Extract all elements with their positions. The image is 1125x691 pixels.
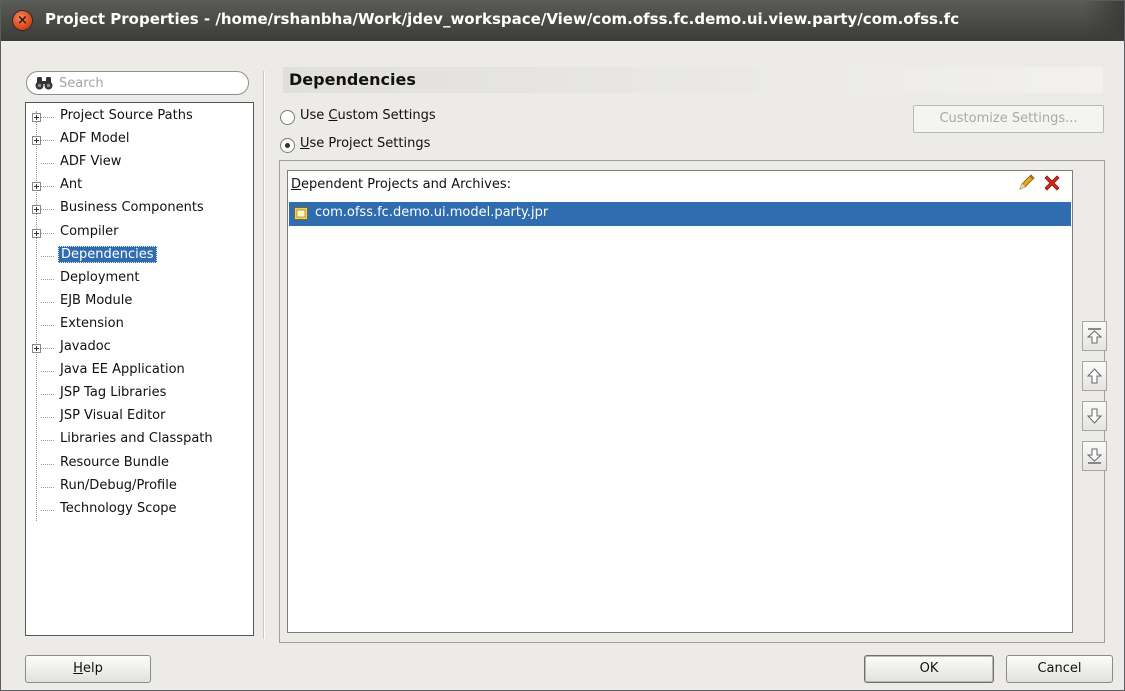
title-fade: [1084, 1, 1124, 41]
tree-item-label: ADF Model: [60, 131, 130, 147]
window-title: Project Properties - /home/rshanbha/Work…: [45, 10, 960, 28]
move-up-icon: [1086, 368, 1103, 384]
move-up-button[interactable]: [1082, 361, 1107, 391]
tree-connector: [41, 301, 54, 303]
close-button[interactable]: ×: [13, 11, 32, 30]
tree-connector: [41, 463, 54, 465]
tree-item-label: Business Components: [60, 200, 204, 216]
search-box[interactable]: [26, 71, 249, 95]
edit-pencil-icon[interactable]: [1016, 173, 1036, 193]
tree-connector: [41, 509, 54, 511]
tree-item-label: JSP Tag Libraries: [60, 385, 167, 401]
tree-connector: [41, 209, 54, 211]
tree-connector: [41, 186, 54, 188]
delete-x-icon[interactable]: [1042, 173, 1062, 193]
move-top-icon: [1086, 328, 1103, 344]
tree-item-label: Technology Scope: [60, 500, 177, 516]
tree-item-java-ee-application[interactable]: Java EE Application: [26, 360, 253, 383]
radio-project-indicator[interactable]: [280, 138, 295, 153]
tree-item-technology-scope[interactable]: Technology Scope: [26, 499, 253, 522]
dependents-header: Dependent Projects and Archives:: [291, 177, 511, 192]
tree-item-label: Resource Bundle: [60, 454, 170, 470]
expand-icon[interactable]: [32, 136, 41, 146]
radio-custom-indicator[interactable]: [280, 110, 295, 125]
tree-item-ant[interactable]: Ant: [26, 175, 253, 198]
tree-connector: [41, 232, 54, 234]
tree-item-label: Libraries and Classpath: [60, 431, 213, 447]
move-to-bottom-button[interactable]: [1082, 441, 1107, 471]
tree-item-label: Run/Debug/Profile: [60, 477, 177, 493]
dependent-list-item[interactable]: com.ofss.fc.demo.ui.model.party.jpr: [289, 202, 1071, 226]
tree-connector: [41, 324, 54, 326]
tree-connector: [41, 417, 54, 419]
tree-item-resource-bundle[interactable]: Resource Bundle: [26, 453, 253, 476]
tree-item-label: Java EE Application: [60, 362, 185, 378]
category-tree[interactable]: Project Source Paths ADF Model ADF View Ant…: [25, 102, 254, 636]
close-icon: ×: [17, 13, 28, 28]
radio-project-label[interactable]: Use Project Settings: [300, 136, 430, 151]
cancel-button[interactable]: Cancel: [1006, 655, 1113, 683]
tree-item-label: Extension: [60, 315, 124, 331]
customize-settings-button[interactable]: Customize Settings...: [913, 105, 1104, 133]
tree-item-jsp-visual-editor[interactable]: JSP Visual Editor: [26, 406, 253, 429]
tree-item-extension[interactable]: Extension: [26, 314, 253, 337]
tree-connector: [41, 117, 54, 118]
tree-item-adf-model[interactable]: ADF Model: [26, 129, 253, 152]
move-bottom-icon: [1086, 448, 1103, 464]
dialog-window: × Project Properties - /home/rshanbha/Wo…: [0, 0, 1125, 691]
title-bar[interactable]: × Project Properties - /home/rshanbha/Wo…: [1, 1, 1124, 41]
ok-button[interactable]: OK: [864, 655, 994, 683]
tree-item-libraries-and-classpath[interactable]: Libraries and Classpath: [26, 429, 253, 452]
tree-item-label: Javadoc: [60, 339, 111, 354]
tree-item-jsp-tag-libraries[interactable]: JSP Tag Libraries: [26, 383, 253, 406]
tree-item-adf-view[interactable]: ADF View: [26, 152, 253, 175]
tree-item-label: Deployment: [60, 269, 140, 285]
tree-item-label: Dependencies: [58, 245, 157, 263]
tree-item-label: EJB Module: [60, 292, 133, 308]
dependent-item-label: com.ofss.fc.demo.ui.model.party.jpr: [315, 205, 549, 220]
tree-item-label: ADF View: [60, 154, 122, 170]
tree-connector: [41, 278, 54, 280]
binoculars-icon: [35, 77, 53, 90]
tree-item-business-components[interactable]: Business Components: [26, 198, 253, 221]
panel-splitter[interactable]: [263, 71, 265, 639]
move-down-icon: [1086, 408, 1103, 424]
search-input[interactable]: [59, 75, 239, 91]
tree-connector: [41, 440, 54, 442]
tree-connector: [41, 394, 54, 396]
tree-item-dependencies[interactable]: Dependencies: [26, 245, 253, 268]
tree-connector: [41, 348, 54, 349]
expand-icon[interactable]: [32, 205, 41, 215]
tree-connector: [41, 371, 54, 373]
tree-item-deployment[interactable]: Deployment: [26, 268, 253, 291]
tree-connector: [41, 140, 54, 142]
dependents-list[interactable]: [287, 170, 1073, 633]
tree-item-run-debug-profile[interactable]: Run/Debug/Profile: [26, 476, 253, 499]
tree-connector: [41, 255, 54, 257]
expand-icon[interactable]: [32, 182, 41, 192]
tree-item-javadoc[interactable]: Javadoc: [26, 337, 253, 360]
tree-item-label: Project Source Paths: [60, 108, 193, 123]
expand-icon[interactable]: [32, 113, 41, 122]
move-to-top-button[interactable]: [1082, 321, 1107, 351]
expand-icon[interactable]: [32, 228, 41, 238]
tree-item-project-source-paths[interactable]: Project Source Paths: [26, 106, 253, 129]
project-icon: [294, 207, 308, 220]
radio-custom-label[interactable]: Use Custom Settings: [300, 108, 436, 123]
move-down-button[interactable]: [1082, 401, 1107, 431]
tree-item-compiler[interactable]: Compiler: [26, 222, 253, 245]
page-title: Dependencies: [283, 67, 1103, 93]
tree-item-ejb-module[interactable]: EJB Module: [26, 291, 253, 314]
tree-item-label: Compiler: [60, 223, 119, 239]
tree-item-label: JSP Visual Editor: [60, 408, 166, 424]
tree-connector: [41, 163, 54, 165]
tree-item-label: Ant: [60, 177, 83, 193]
help-button[interactable]: Help: [25, 655, 151, 683]
tree-connector: [41, 486, 54, 488]
expand-icon[interactable]: [32, 344, 41, 353]
